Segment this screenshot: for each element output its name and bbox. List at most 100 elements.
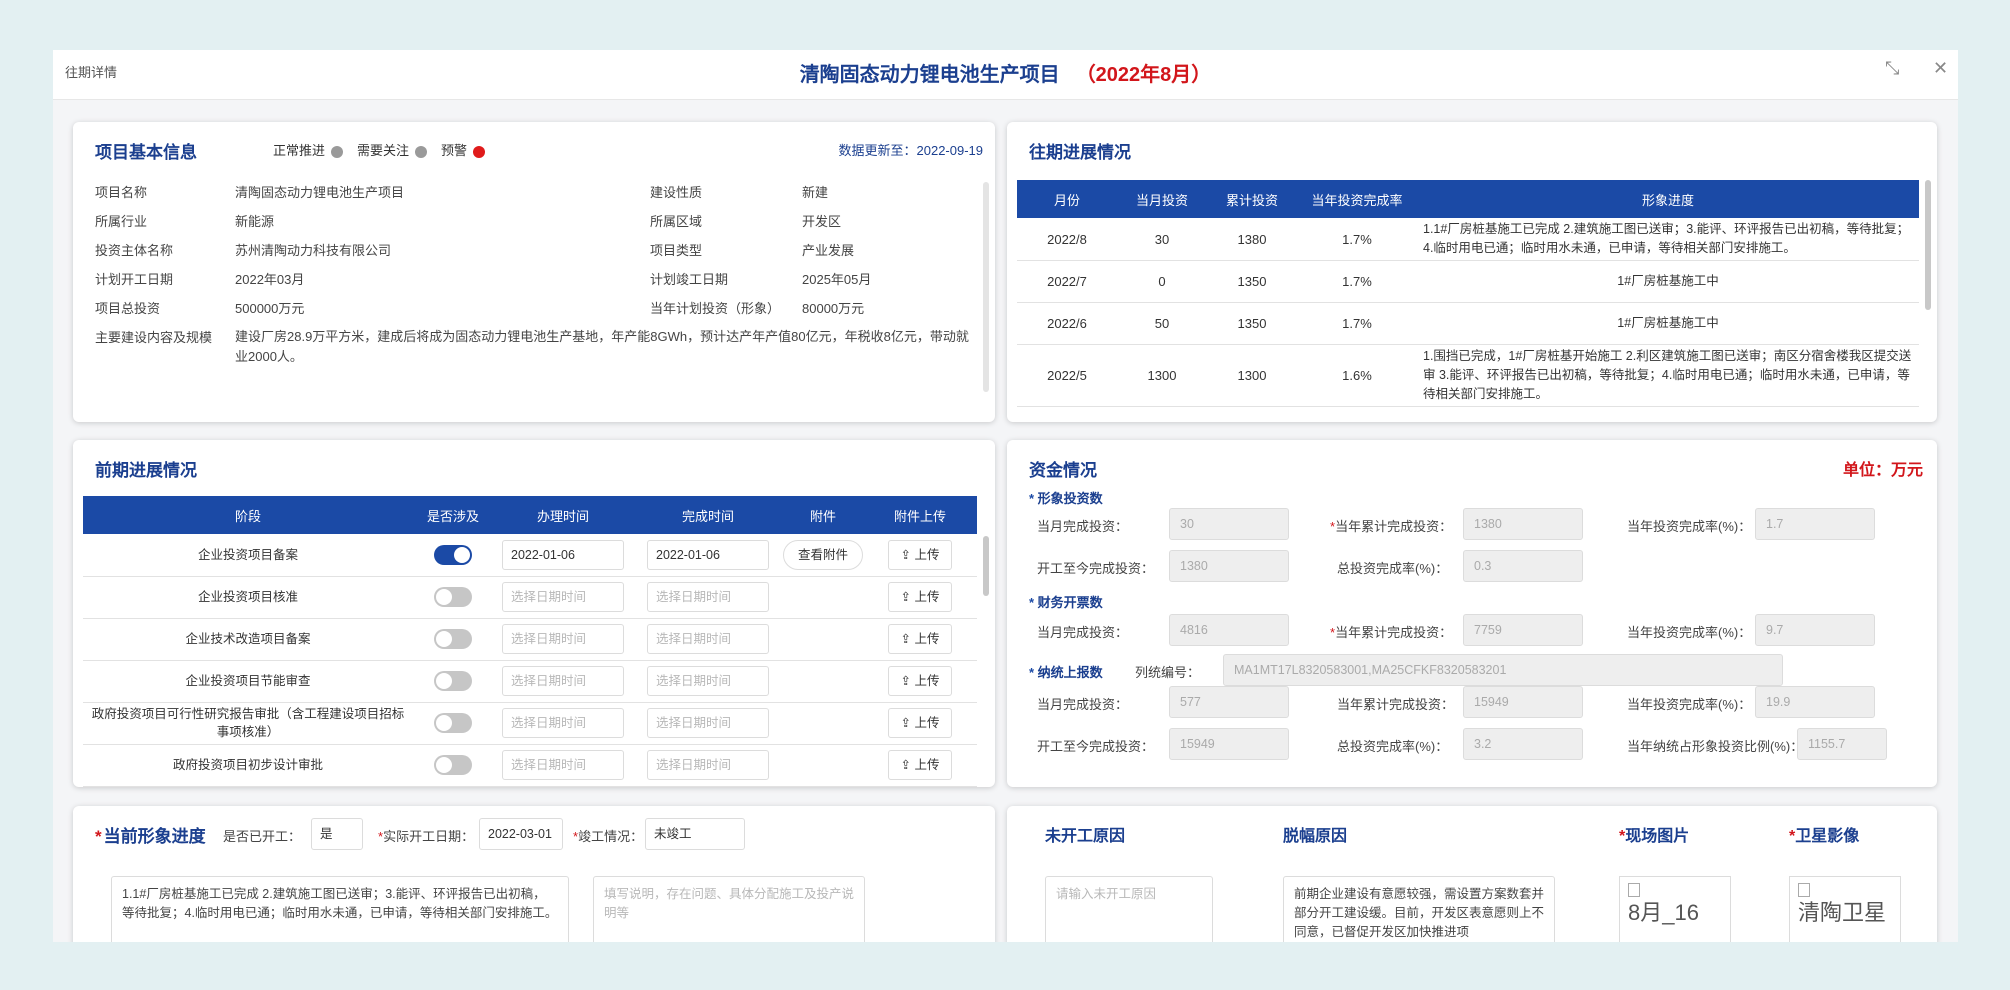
status-legend: 正常推进 需要关注 预警	[273, 140, 486, 159]
view-attachment-button[interactable]: 查看附件	[783, 539, 863, 570]
upload-cell: ⇪ 上传	[863, 702, 977, 745]
finance-year-input[interactable]: 7759	[1463, 614, 1583, 646]
basic-scrollbar[interactable]	[983, 182, 989, 392]
not-started-textarea[interactable]: 请输入未开工原因	[1045, 876, 1213, 942]
past-progress-card: 往期进展情况 月份 当月投资 累计投资 当年投资完成率 形象进度 2022/8 3…	[1007, 122, 1937, 422]
start-cell: 选择日期时间	[493, 744, 633, 787]
close-icon[interactable]: ✕	[1933, 58, 1948, 79]
info-row: 项目名称 清陶固态动力锂电池生产项目 建设性质 新建	[95, 185, 829, 200]
stat-code-input[interactable]: MA1MT17L8320583001,MA25CFKF8320583201	[1223, 654, 1783, 686]
stats-cur-input[interactable]: 577	[1169, 686, 1289, 718]
start-date-input[interactable]: 选择日期时间	[502, 708, 624, 738]
start-cell: 2022-01-06	[493, 534, 633, 577]
actual-date-label: *实际开工日期：	[378, 829, 475, 844]
past-progress-title: 往期进展情况	[1029, 143, 1131, 162]
image-rate-input[interactable]: 1.7	[1755, 508, 1875, 540]
progress-textarea[interactable]: 1.1#厂房桩基施工已完成 2.建筑施工图已送审；3.能评、环评报告已出初稿，等…	[111, 876, 569, 942]
upload-button[interactable]: ⇪ 上传	[887, 708, 953, 738]
stage-name: 企业投资项目核准	[83, 576, 413, 619]
start-date-input[interactable]: 选择日期时间	[502, 624, 624, 654]
involved-cell	[413, 744, 493, 787]
end-cell: 选择日期时间	[633, 576, 783, 619]
image-total-rate-input[interactable]: 0.3	[1463, 550, 1583, 582]
info-row: 所属行业 新能源 所属区域 开发区	[95, 214, 842, 229]
table-row: 2022/7 0 1350 1.7% 1#厂房桩基施工中	[1017, 260, 1919, 303]
table-row: 企业投资项目核准 选择日期时间 选择日期时间 ⇪ 上传	[83, 576, 977, 619]
past-progress-table: 月份 当月投资 累计投资 当年投资完成率 形象进度 2022/8 30 1380 1.…	[1017, 180, 1919, 407]
end-date-input[interactable]: 2022-01-06	[647, 539, 769, 570]
upload-button[interactable]: ⇪ 上传	[887, 539, 953, 570]
end-date-input[interactable]: 选择日期时间	[647, 750, 769, 780]
attachment-cell	[783, 744, 863, 787]
table-row: 企业技术改造项目备案 选择日期时间 选择日期时间 ⇪ 上传	[83, 618, 977, 661]
end-cell: 选择日期时间	[633, 660, 783, 703]
involved-toggle[interactable]	[434, 713, 472, 733]
involved-toggle[interactable]	[434, 544, 472, 565]
image-year-input[interactable]: 1380	[1463, 508, 1583, 540]
start-date-input[interactable]: 选择日期时间	[502, 666, 624, 696]
funds-card: 资金情况 单位：万元 形象投资数 当月完成投资： 30 *当年累计完成投资： 1…	[1007, 440, 1937, 787]
stats-rate-input[interactable]: 19.9	[1755, 686, 1875, 718]
expand-icon[interactable]: ⤡	[1885, 58, 1899, 79]
title-month: （2022年8月）	[1075, 64, 1212, 86]
finance-year-label: *当年累计完成投资：	[1330, 625, 1453, 640]
stats-year-input[interactable]: 15949	[1463, 686, 1583, 718]
upload-icon: ⇪	[900, 590, 911, 604]
end-date-input[interactable]: 选择日期时间	[647, 708, 769, 738]
site-photo[interactable]: 8月_16	[1619, 876, 1731, 942]
finance-rate-label: 当年投资完成率(%)：	[1627, 625, 1752, 640]
attachment-cell	[783, 660, 863, 703]
legend-warning-dot	[473, 145, 486, 158]
image-cur-input[interactable]: 30	[1169, 508, 1289, 540]
stats-section: 纳统上报数	[1029, 662, 1103, 681]
table-row: 企业投资项目备案 2022-01-06 2022-01-06 查看附件 ⇪ 上传	[83, 534, 977, 577]
legend-attention-dot	[415, 145, 428, 158]
screenshot-frame: 往期详情 清陶固态动力锂电池生产项目 （2022年8月） ⤡ ✕ 项目基本信息 正…	[0, 0, 2010, 990]
stats-total-rate-input[interactable]: 3.2	[1463, 728, 1583, 760]
completion-select[interactable]: 未竣工	[645, 818, 745, 850]
early-scrollbar[interactable]	[983, 536, 989, 596]
stats-since-input[interactable]: 15949	[1169, 728, 1289, 760]
end-date-input[interactable]: 选择日期时间	[647, 582, 769, 612]
start-cell: 选择日期时间	[493, 576, 633, 619]
lag-textarea[interactable]: 前期企业建设有意愿较强，需设置方案数套并部分开工建设缓。目前，开发区表意愿则上不…	[1283, 876, 1555, 942]
end-cell: 选择日期时间	[633, 744, 783, 787]
end-date-input[interactable]: 选择日期时间	[647, 624, 769, 654]
start-cell: 选择日期时间	[493, 702, 633, 745]
window-titlebar: 往期详情 清陶固态动力锂电池生产项目 （2022年8月） ⤡ ✕	[53, 50, 1958, 100]
involved-cell	[413, 534, 493, 577]
involved-toggle[interactable]	[434, 755, 472, 775]
upload-button[interactable]: ⇪ 上传	[887, 624, 953, 654]
upload-cell: ⇪ 上传	[863, 618, 977, 661]
project-title: 清陶固态动力锂电池生产项目	[799, 64, 1060, 86]
attachment-cell: 查看附件	[783, 534, 863, 577]
involved-toggle[interactable]	[434, 629, 472, 649]
issue-textarea[interactable]: 填写说明，存在问题、具体分配施工及投产说明等	[593, 876, 865, 942]
start-date-input[interactable]: 选择日期时间	[502, 582, 624, 612]
stage-name: 企业技术改造项目备案	[83, 618, 413, 661]
upload-button[interactable]: ⇪ 上传	[887, 582, 953, 612]
start-date-input[interactable]: 2022-01-06	[502, 539, 624, 570]
satellite-image[interactable]: 清陶卫星	[1789, 876, 1901, 942]
end-date-input[interactable]: 选择日期时间	[647, 666, 769, 696]
early-progress-card: 前期进展情况 阶段 是否涉及 办理时间 完成时间 附件 附件上传 企业投资项目备…	[73, 440, 995, 787]
started-select[interactable]: 是	[311, 818, 363, 850]
actual-date-input[interactable]: 2022-03-01	[479, 818, 563, 850]
info-row-desc: 主要建设内容及规模 建设厂房28.9万平方米，建成后将成为固态动力锂电池生产基地，…	[95, 329, 969, 364]
involved-toggle[interactable]	[434, 587, 472, 607]
involved-toggle[interactable]	[434, 671, 472, 691]
image-since-input[interactable]: 1380	[1169, 550, 1289, 582]
start-date-input[interactable]: 选择日期时间	[502, 750, 624, 780]
legend-attention: 需要关注	[357, 140, 428, 159]
reasons-card: 未开工原因 请输入未开工原因 脱幅原因 前期企业建设有意愿较强，需设置方案数套并…	[1007, 806, 1937, 942]
stats-ratio-input[interactable]: 1155.7	[1797, 728, 1887, 760]
upload-button[interactable]: ⇪ 上传	[887, 750, 953, 780]
upload-button[interactable]: ⇪ 上传	[887, 666, 953, 696]
info-row: 项目总投资 500000万元 当年计划投资（形象） 80000万元	[95, 301, 865, 316]
stats-ratio-label: 当年纳统占形象投资比例(%)：	[1627, 739, 1804, 754]
finance-cur-input[interactable]: 4816	[1169, 614, 1289, 646]
past-progress-scrollbar[interactable]	[1925, 180, 1931, 310]
info-row: 计划开工日期 2022年03月 计划竣工日期 2025年05月	[95, 272, 872, 287]
image-invest-section: 形象投资数	[1029, 488, 1103, 507]
finance-rate-input[interactable]: 9.7	[1755, 614, 1875, 646]
